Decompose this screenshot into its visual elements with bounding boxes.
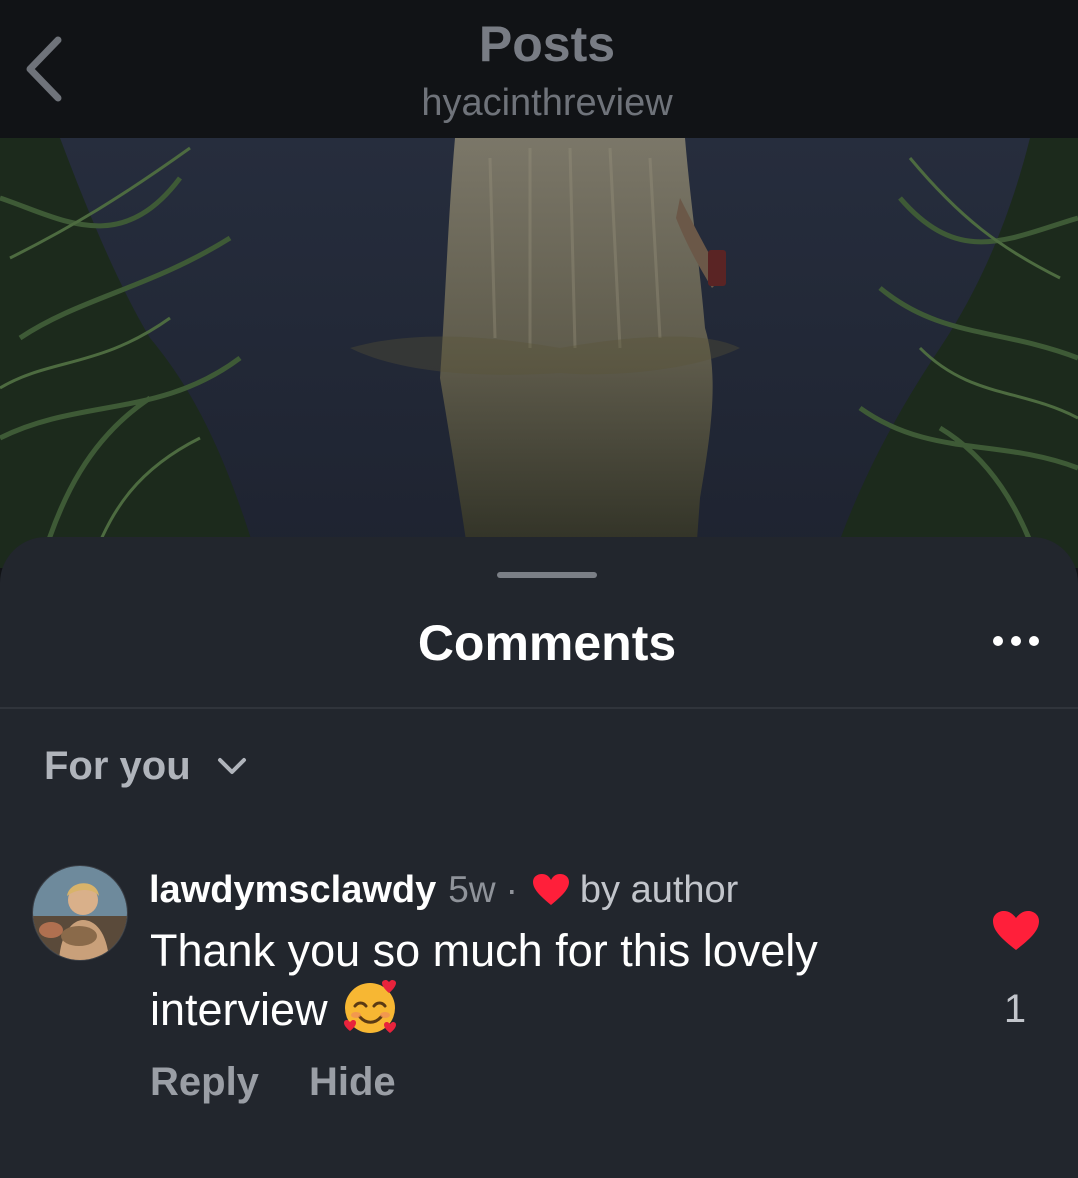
- top-bar: Posts hyacinthreview: [0, 0, 1078, 138]
- chevron-down-icon: [217, 757, 247, 775]
- comment-body: Thank you so much for this lovely interv…: [150, 923, 930, 1048]
- comment-meta: lawdymsclawdy 5w · by author: [149, 867, 738, 913]
- hide-button[interactable]: Hide: [309, 1057, 396, 1107]
- comment-actions: Reply Hide: [150, 1057, 396, 1107]
- like-button[interactable]: [988, 909, 1044, 957]
- comment-timestamp: 5w: [448, 869, 496, 910]
- divider: [0, 707, 1078, 709]
- meta-separator: ·: [505, 869, 518, 910]
- liked-by-author-label: by author: [579, 869, 739, 911]
- comments-screen: Posts hyacinthreview Comments For you la…: [0, 0, 1078, 1178]
- sort-dropdown[interactable]: For you: [44, 741, 247, 791]
- comments-title: Comments: [417, 615, 677, 671]
- comment-username[interactable]: lawdymsclawdy: [149, 867, 436, 913]
- sheet-drag-handle[interactable]: [497, 572, 597, 578]
- like-count: 1: [1003, 987, 1027, 1031]
- comments-sheet: Comments For you lawdymsclawdy 5w · by a…: [0, 537, 1078, 1178]
- account-username[interactable]: hyacinthreview: [0, 80, 1078, 126]
- page-title: Posts: [478, 16, 616, 72]
- smiling-face-with-hearts-emoji: [342, 979, 400, 1048]
- sort-label: For you: [44, 744, 191, 788]
- comment-text: Thank you so much for this lovely interv…: [150, 925, 818, 1035]
- more-options-button[interactable]: [984, 623, 1048, 663]
- avatar[interactable]: [32, 865, 128, 961]
- reply-button[interactable]: Reply: [150, 1057, 259, 1107]
- post-image[interactable]: [0, 138, 1078, 568]
- more-horizontal-icon: [992, 634, 1040, 652]
- heart-icon: [532, 873, 570, 907]
- heart-icon: [992, 910, 1040, 957]
